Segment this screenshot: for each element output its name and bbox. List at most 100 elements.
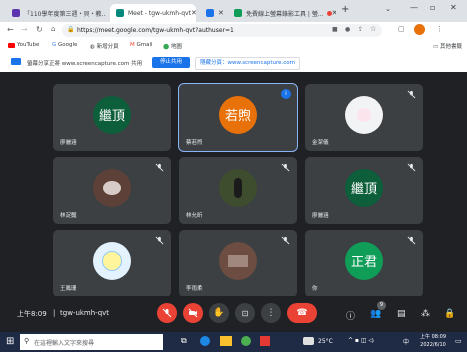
- notification-icon[interactable]: ▭: [455, 337, 462, 345]
- avatar: 正君: [345, 241, 383, 280]
- participant-tile[interactable]: 林浞豔: [53, 157, 171, 224]
- photo-avatar-icon: [228, 254, 248, 267]
- people-icon[interactable]: 👥: [370, 309, 381, 319]
- windows-taskbar: ⊞ ⚲ 在這裡輸入文字來搜尋 ⧉ 25°C ^ ▪ ◫ ◁ᵢ 中 上午 08:0…: [0, 332, 467, 352]
- meeting-info-icon[interactable]: ⓘ: [346, 309, 355, 322]
- present-screen-icon: ⊡: [241, 308, 249, 318]
- weather-cloud-icon: [303, 337, 314, 345]
- participant-name: 廖儷涵: [312, 213, 329, 219]
- participant-tile[interactable]: 李雨柔: [179, 230, 297, 297]
- end-call-button[interactable]: ☎: [287, 303, 317, 323]
- chat-icon[interactable]: ▤: [397, 309, 406, 319]
- folder-icon: ▭: [433, 44, 439, 50]
- hide-tab-button[interactable]: 隱藏分頁：www.screencapture.com: [195, 57, 300, 70]
- home-icon[interactable]: ⌂: [51, 25, 55, 33]
- meeting-code: tgw-ukmh-qvt: [60, 309, 110, 317]
- camera-icon[interactable]: ■: [332, 26, 338, 33]
- app-icon[interactable]: [260, 336, 270, 346]
- edge-icon[interactable]: [200, 336, 210, 346]
- participant-tile[interactable]: 繼頂 廖儷涵: [53, 84, 171, 151]
- sidepanel-icon[interactable]: ▢: [398, 25, 405, 33]
- more-options-button[interactable]: ⋮: [261, 303, 281, 323]
- taskbar-search-box[interactable]: ⚲ 在這裡輸入文字來搜尋: [20, 334, 163, 350]
- search-placeholder: 在這裡輸入文字來搜尋: [34, 340, 95, 347]
- share-icon[interactable]: ⇪: [358, 26, 363, 33]
- bookmark-google[interactable]: G Google: [52, 42, 77, 48]
- speaking-indicator-icon: ⁞: [281, 89, 291, 99]
- weather-temperature: 25°C: [318, 338, 333, 345]
- bookmark-newtab[interactable]: ◍ 新增分頁: [90, 42, 119, 50]
- clock-time[interactable]: 上午 08:09: [417, 333, 449, 340]
- ime-indicator[interactable]: 中: [403, 337, 409, 346]
- bookmark-star-icon[interactable]: ☆: [370, 25, 376, 33]
- phone-hangup-icon: ☎: [296, 308, 308, 318]
- participant-tile[interactable]: 林允昕: [179, 157, 297, 224]
- participant-tile[interactable]: 繼頂 廖儷涵: [305, 157, 423, 224]
- raise-hand-button[interactable]: ✋: [209, 303, 229, 323]
- recorder-favicon-icon: [234, 9, 242, 17]
- meeting-time: 上午8:09: [17, 310, 47, 318]
- tab-school[interactable]: 「110學年度第三週・貝・教...」 ✕: [6, 4, 106, 22]
- bookmark-maps[interactable]: ⬤ 地圖: [163, 42, 182, 50]
- participant-tile-self[interactable]: 正君 你: [305, 230, 423, 297]
- participant-name: 蔡若煦: [186, 140, 203, 146]
- participant-tile[interactable]: 金潔儀: [305, 84, 423, 151]
- minimize-icon[interactable]: —: [410, 3, 418, 12]
- tab-close-icon[interactable]: ✕: [191, 9, 196, 17]
- camera-toggle-button[interactable]: [183, 303, 203, 323]
- chrome-icon[interactable]: [241, 336, 251, 346]
- host-controls-icon[interactable]: 🔒: [444, 309, 455, 319]
- tray-icons[interactable]: ^ ▪ ◫ ◁ᵢ: [348, 337, 374, 344]
- menu-kebab-icon[interactable]: ⋮: [436, 25, 443, 33]
- activities-icon[interactable]: ⁂: [421, 309, 430, 319]
- tab-recorder[interactable]: 免費線上螢幕錄影工具 | 螢... ✕: [228, 4, 336, 22]
- meet-stage: 繼頂 廖儷涵 若煦 ⁞ 蔡若煦 金潔儀 林浞豔 林允昕 繼頂 廖儷涵 王鳳珊 李…: [0, 72, 467, 324]
- participant-name: 廖儷涵: [60, 140, 77, 146]
- avatar: [93, 168, 131, 207]
- new-tab-button[interactable]: +: [341, 4, 349, 15]
- reload-icon[interactable]: ↻: [36, 25, 43, 34]
- other-bookmarks[interactable]: ▭ 其他書籤: [433, 42, 462, 50]
- tab-close-icon[interactable]: ✕: [218, 9, 224, 17]
- tab-meet[interactable]: Meet - tgw-ukmh-qvt ✕: [110, 4, 196, 22]
- screen-share-favicon-icon: [206, 9, 214, 17]
- tab-favicon-icon: [12, 9, 20, 17]
- mic-muted-icon: [407, 163, 416, 172]
- stop-sharing-button[interactable]: 停止共用: [152, 57, 190, 68]
- mic-toggle-button[interactable]: [157, 303, 177, 323]
- avatar: [219, 241, 257, 280]
- more-vert-icon: ⋮: [266, 308, 276, 318]
- task-view-icon[interactable]: ⧉: [181, 336, 187, 346]
- browser-tabstrip: 「110學年度第三週・貝・教...」 ✕ Meet - tgw-ukmh-qvt…: [0, 0, 467, 22]
- participant-name: 林浞豔: [60, 213, 77, 219]
- browser-toolbar: ← → ↻ ⌂ 🔒 https://meet.google.com/tgw-uk…: [0, 22, 467, 39]
- bookmark-youtube[interactable]: YouTube: [8, 42, 39, 48]
- maximize-icon[interactable]: ▫: [430, 3, 435, 12]
- participant-name: 李雨柔: [186, 286, 203, 292]
- clock-date[interactable]: 2022/6/10: [417, 342, 449, 348]
- globe-icon: ◍: [90, 44, 95, 50]
- participant-tile[interactable]: 王鳳珊: [53, 230, 171, 297]
- window-close-icon[interactable]: ✕: [450, 3, 457, 12]
- avatar: 繼頂: [93, 95, 131, 134]
- profile-avatar[interactable]: [414, 24, 425, 35]
- windows-start-icon[interactable]: ⊞: [6, 336, 14, 347]
- meeting-separator: |: [53, 309, 56, 317]
- mic-muted-icon: [281, 163, 290, 172]
- address-bar[interactable]: 🔒 https://meet.google.com/tgw-ukmh-qvt?a…: [62, 24, 382, 37]
- back-arrow-icon[interactable]: ←: [7, 25, 14, 34]
- bookmark-gmail[interactable]: M Gmail: [130, 42, 153, 48]
- avatar: [93, 241, 131, 280]
- forward-arrow-icon[interactable]: →: [21, 25, 28, 34]
- participant-tile-speaking[interactable]: 若煦 ⁞ 蔡若煦: [178, 83, 298, 152]
- file-explorer-icon[interactable]: [220, 336, 232, 346]
- tab-close-icon[interactable]: ✕: [332, 9, 336, 17]
- tab-title: 「110學年度第三週・貝・教...」: [24, 10, 106, 18]
- present-button[interactable]: ⊡: [235, 303, 255, 323]
- mic-muted-icon: [407, 236, 416, 245]
- tab-title: Meet - tgw-ukmh-qvt: [128, 9, 191, 17]
- tab-screen[interactable]: ✕: [200, 4, 224, 22]
- microphone-icon[interactable]: ●: [345, 26, 350, 33]
- participant-name: 金潔儀: [312, 140, 329, 146]
- tab-search-icon[interactable]: ⌄: [385, 5, 391, 13]
